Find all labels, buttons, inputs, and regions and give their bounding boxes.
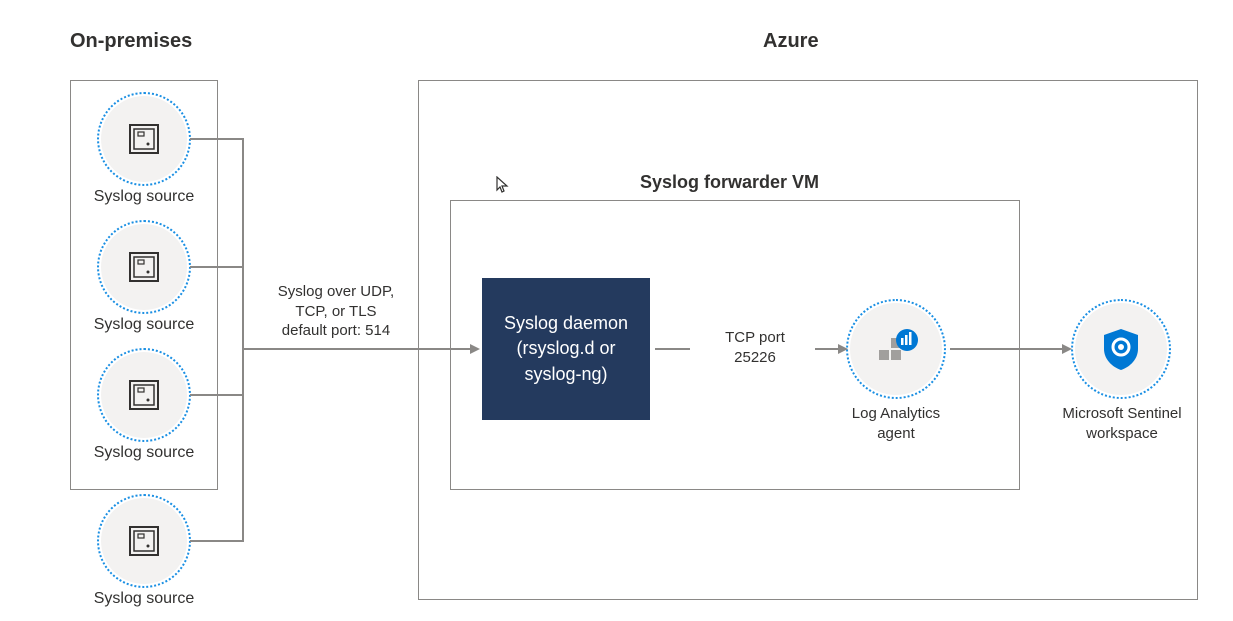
- connection-label: Syslog over UDP, TCP, or TLS default por…: [261, 282, 411, 341]
- daemon-line2: (rsyslog.d or: [516, 338, 615, 358]
- syslog-source-label: Syslog source: [64, 316, 224, 334]
- log-analytics-label: Log Analytics agent: [830, 404, 962, 443]
- heading-forwarder: Syslog forwarder VM: [640, 172, 819, 193]
- syslog-source-label: Syslog source: [64, 188, 224, 206]
- syslog-source-icon: [101, 224, 187, 310]
- tcp-port-label: TCP port 25226: [700, 328, 810, 367]
- sentinel-icon: [1075, 303, 1167, 395]
- daemon-line3: syslog-ng): [524, 364, 607, 384]
- syslog-source-icon: [101, 96, 187, 182]
- syslog-source-label: Syslog source: [64, 444, 224, 462]
- daemon-line1: Syslog daemon: [504, 313, 628, 333]
- log-analytics-icon: [850, 303, 942, 395]
- heading-azure: Azure: [763, 30, 819, 53]
- syslog-source-icon: [101, 352, 187, 438]
- syslog-daemon-box: Syslog daemon (rsyslog.d or syslog-ng): [482, 278, 650, 420]
- cursor-icon: [496, 176, 510, 199]
- sentinel-label: Microsoft Sentinel workspace: [1048, 404, 1196, 443]
- heading-onprem: On-premises: [70, 30, 192, 53]
- syslog-source-icon: [101, 498, 187, 584]
- syslog-source-label: Syslog source: [64, 590, 224, 608]
